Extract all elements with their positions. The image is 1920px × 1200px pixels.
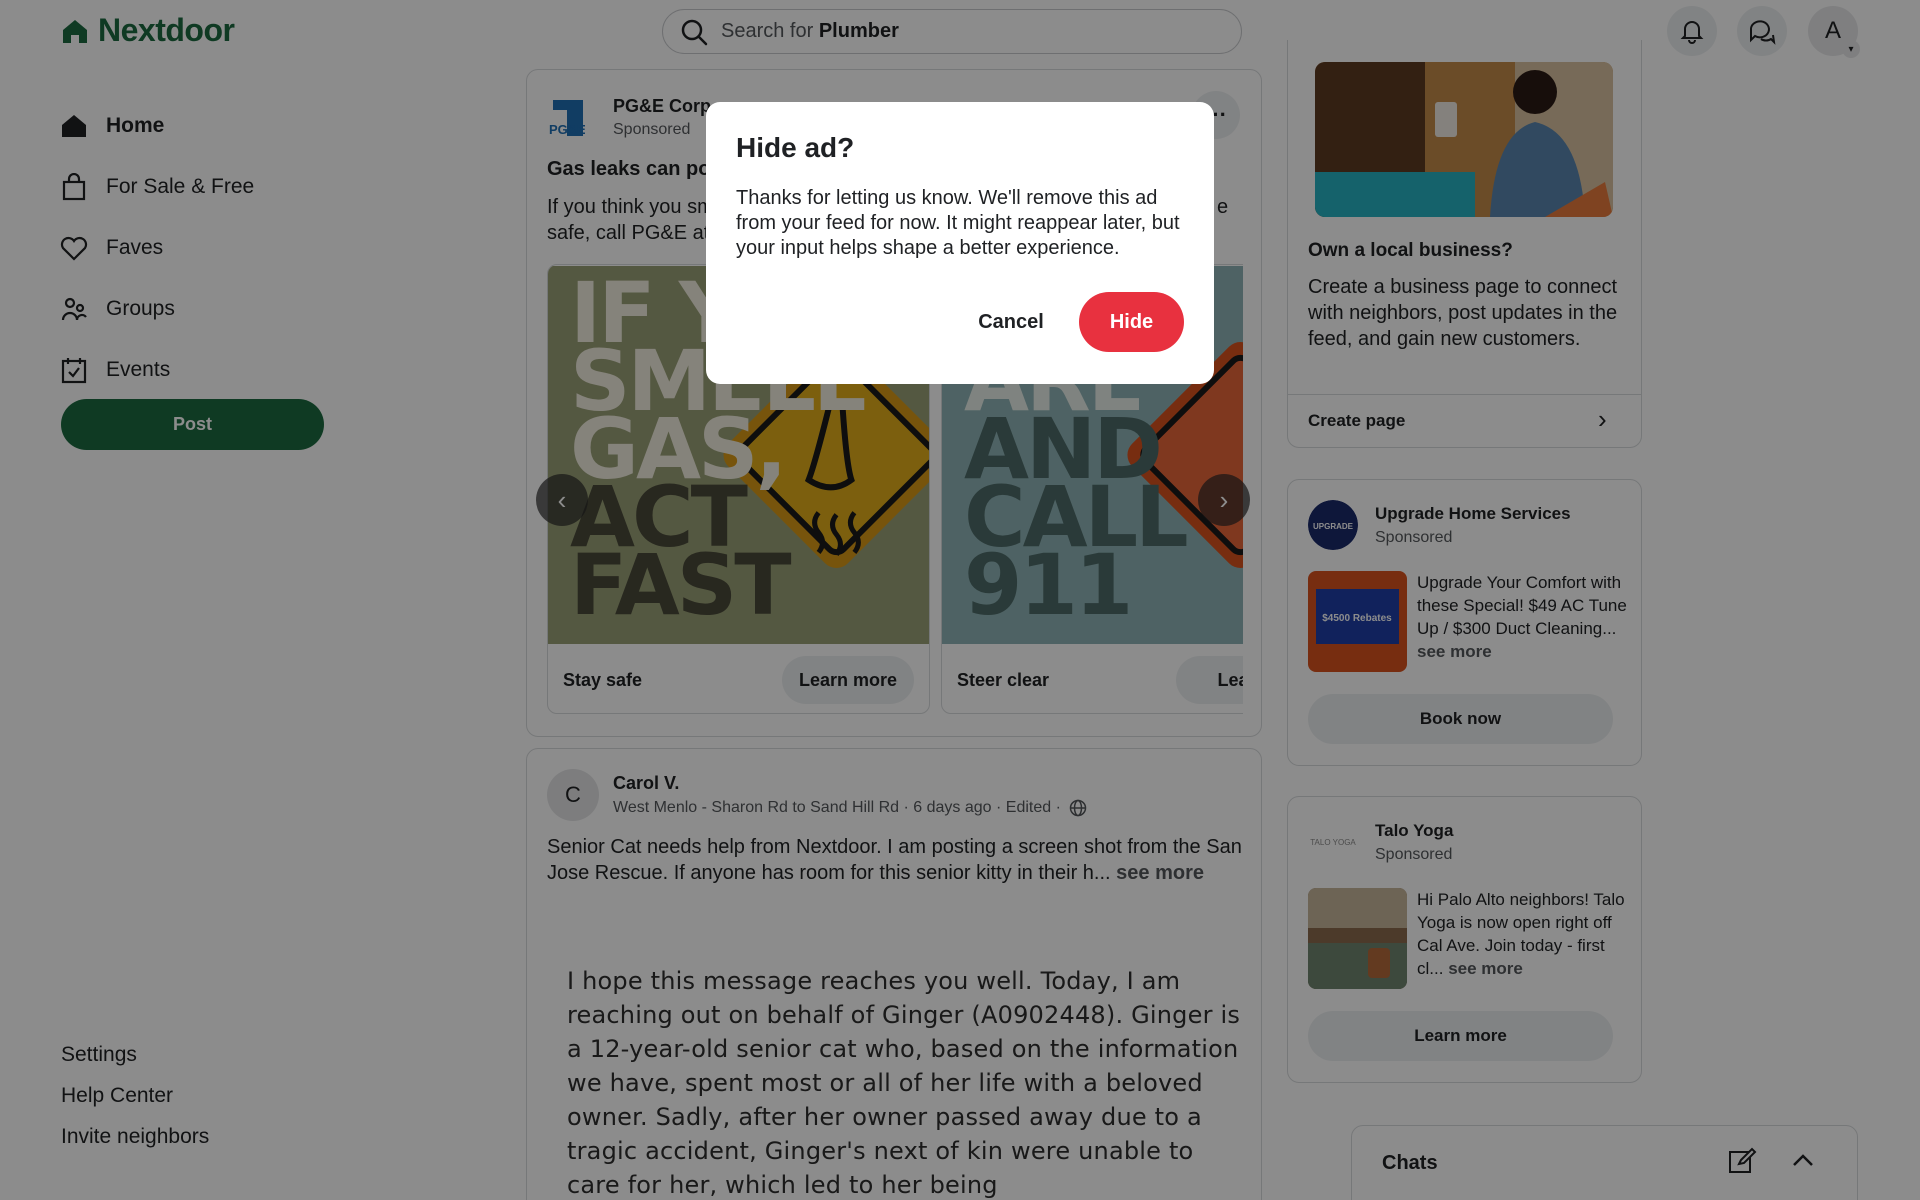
cancel-button[interactable]: Cancel: [940, 292, 1082, 352]
dialog-title: Hide ad?: [736, 132, 855, 163]
dialog-message: Thanks for letting us know. We'll remove…: [736, 187, 1180, 259]
hide-ad-dialog: Hide ad? Thanks for letting us know. We'…: [706, 102, 1214, 384]
hide-button[interactable]: Hide: [1079, 292, 1184, 352]
